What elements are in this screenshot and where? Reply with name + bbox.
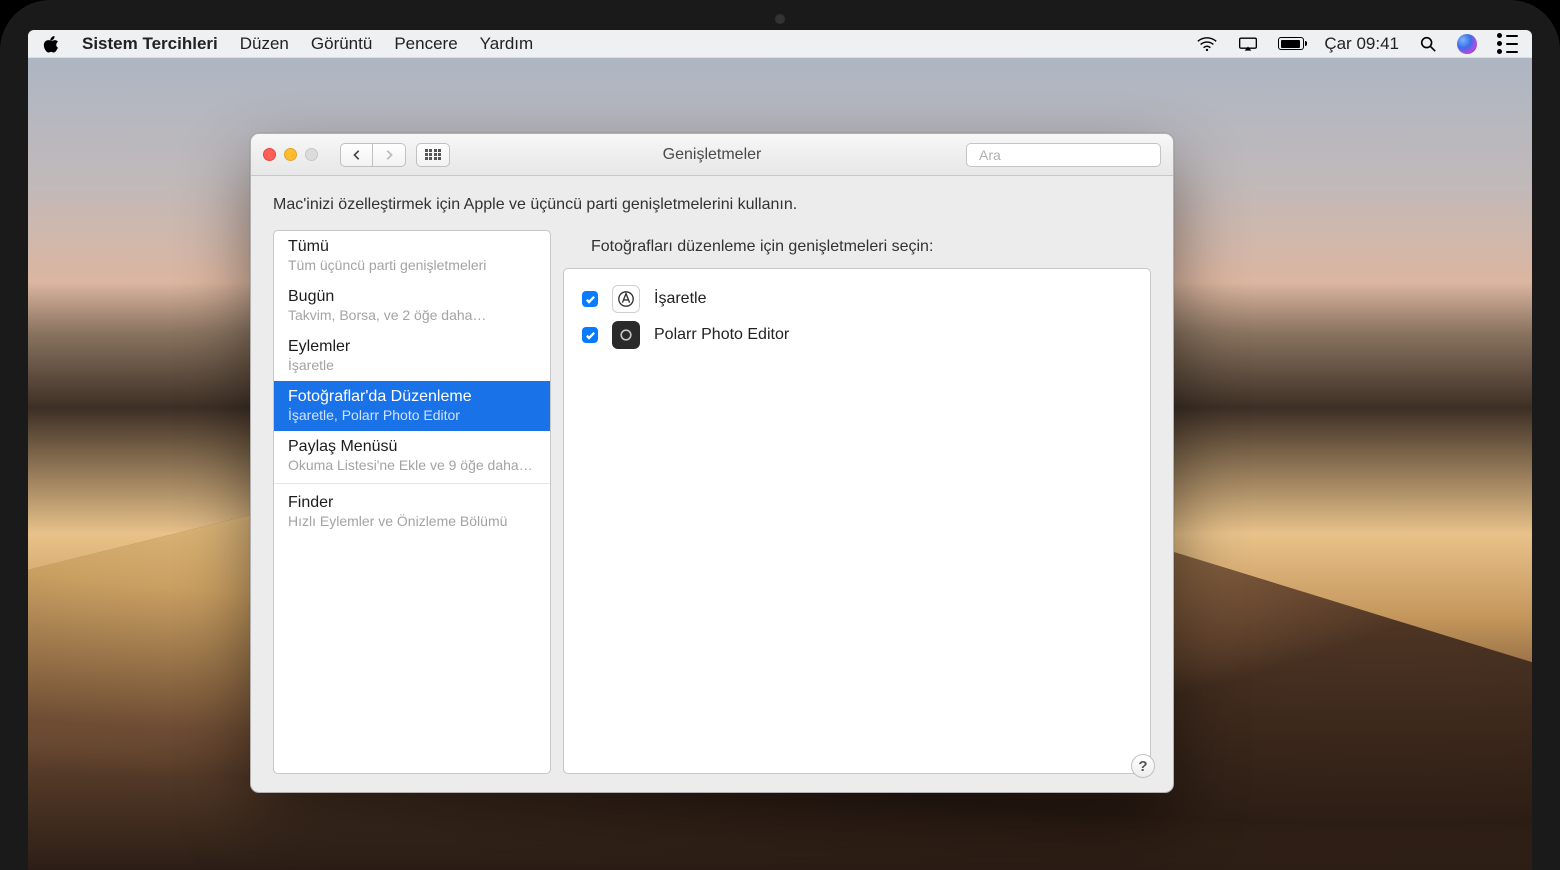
extension-row-polarr: Polarr Photo Editor: [582, 317, 1132, 353]
category-subtitle: İşaretle, Polarr Photo Editor: [288, 407, 536, 423]
search-input[interactable]: [979, 147, 1160, 163]
panels: Tümü Tüm üçüncü parti genişletmeleri Bug…: [273, 230, 1151, 774]
menu-bar-clock[interactable]: Çar 09:41: [1324, 34, 1399, 54]
category-share-menu[interactable]: Paylaş Menüsü Okuma Listesi'ne Ekle ve 9…: [274, 431, 550, 481]
minimize-button[interactable]: [284, 148, 297, 161]
extension-list: İşaretle Polarr Photo Editor: [563, 268, 1151, 774]
category-all[interactable]: Tümü Tüm üçüncü parti genişletmeleri: [274, 231, 550, 281]
category-subtitle: İşaretle: [288, 357, 536, 373]
category-title: Tümü: [288, 238, 536, 256]
menu-bar: Sistem Tercihleri Düzen Görüntü Pencere …: [28, 30, 1532, 58]
app-name-menu[interactable]: Sistem Tercihleri: [82, 34, 218, 54]
menu-item-window[interactable]: Pencere: [394, 34, 457, 54]
check-icon: [585, 330, 596, 341]
category-list: Tümü Tüm üçüncü parti genişletmeleri Bug…: [273, 230, 551, 774]
window-body: Mac'inizi özelleştirmek için Apple ve üç…: [251, 176, 1173, 792]
notification-center-icon[interactable]: [1497, 33, 1518, 54]
category-actions[interactable]: Eylemler İşaretle: [274, 331, 550, 381]
close-button[interactable]: [263, 148, 276, 161]
menu-item-view[interactable]: Görüntü: [311, 34, 372, 54]
category-photos-editing[interactable]: Fotoğraflar'da Düzenleme İşaretle, Polar…: [274, 381, 550, 431]
window-titlebar[interactable]: Genişletmeler: [251, 134, 1173, 176]
polarr-icon: [612, 321, 640, 349]
detail-heading: Fotoğrafları düzenleme için genişletmele…: [591, 238, 1151, 256]
traffic-lights: [263, 148, 318, 161]
category-title: Finder: [288, 494, 536, 512]
window-title: Genişletmeler: [663, 146, 762, 164]
show-all-button[interactable]: [416, 143, 450, 167]
apple-menu-icon[interactable]: [42, 35, 60, 53]
menu-item-help[interactable]: Yardım: [480, 34, 534, 54]
checkbox-polarr[interactable]: [582, 327, 598, 343]
laptop-frame: Sistem Tercihleri Düzen Görüntü Pencere …: [0, 0, 1560, 870]
wifi-icon[interactable]: [1196, 36, 1218, 52]
category-subtitle: Okuma Listesi'ne Ekle ve 9 öğe daha…: [288, 457, 536, 473]
nav-back-forward: [340, 143, 406, 167]
screen: Sistem Tercihleri Düzen Görüntü Pencere …: [28, 30, 1532, 870]
help-button[interactable]: ?: [1131, 754, 1155, 778]
category-subtitle: Tüm üçüncü parti genişletmeleri: [288, 257, 536, 273]
category-today[interactable]: Bugün Takvim, Borsa, ve 2 öğe daha…: [274, 281, 550, 331]
zoom-button: [305, 148, 318, 161]
category-title: Bugün: [288, 288, 536, 306]
category-title: Eylemler: [288, 338, 536, 356]
extension-label: İşaretle: [654, 290, 706, 308]
category-subtitle: Takvim, Borsa, ve 2 öğe daha…: [288, 307, 536, 323]
markup-icon: [612, 285, 640, 313]
siri-icon[interactable]: [1457, 34, 1477, 54]
checkbox-markup[interactable]: [582, 291, 598, 307]
category-subtitle: Hızlı Eylemler ve Önizleme Bölümü: [288, 513, 536, 529]
extension-label: Polarr Photo Editor: [654, 326, 789, 344]
airplay-icon[interactable]: [1238, 36, 1258, 52]
forward-button: [373, 143, 406, 167]
category-title: Fotoğraflar'da Düzenleme: [288, 388, 536, 406]
menu-item-edit[interactable]: Düzen: [240, 34, 289, 54]
description-text: Mac'inizi özelleştirmek için Apple ve üç…: [273, 196, 1151, 214]
check-icon: [585, 294, 596, 305]
category-finder[interactable]: Finder Hızlı Eylemler ve Önizleme Bölümü: [274, 483, 550, 537]
spotlight-icon[interactable]: [1419, 35, 1437, 53]
back-button[interactable]: [340, 143, 373, 167]
battery-icon[interactable]: [1278, 37, 1304, 50]
menu-bar-left: Sistem Tercihleri Düzen Görüntü Pencere …: [42, 34, 533, 54]
menu-bar-right: Çar 09:41: [1196, 33, 1518, 54]
search-field[interactable]: [966, 143, 1161, 167]
extension-row-markup: İşaretle: [582, 281, 1132, 317]
detail-panel: Fotoğrafları düzenleme için genişletmele…: [563, 230, 1151, 774]
category-title: Paylaş Menüsü: [288, 438, 536, 456]
camera-dot: [775, 14, 785, 24]
preferences-window: Genişletmeler Mac'inizi özelleştirmek iç…: [250, 133, 1174, 793]
